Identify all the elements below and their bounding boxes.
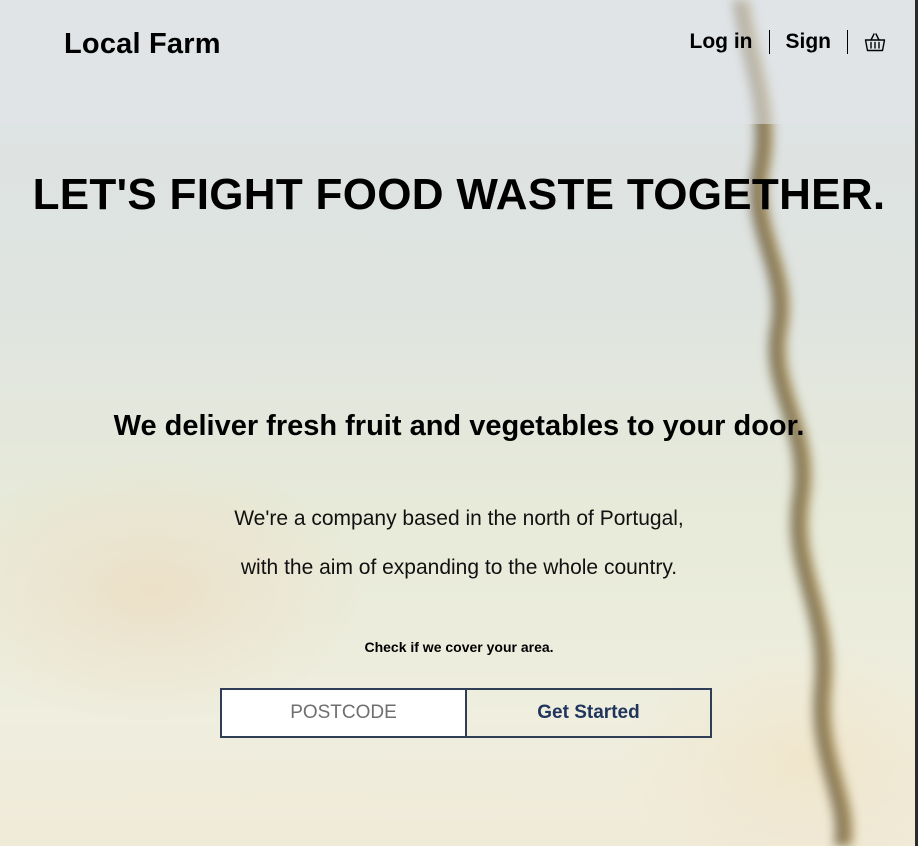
login-link[interactable]: Log in bbox=[690, 30, 753, 54]
nav-divider bbox=[768, 30, 770, 54]
get-started-button[interactable]: Get Started bbox=[467, 690, 710, 736]
postcode-form: Get Started bbox=[220, 688, 712, 738]
coverage-check-label: Check if we cover your area. bbox=[364, 639, 554, 655]
nav-divider bbox=[847, 30, 848, 54]
shopping-basket-icon[interactable] bbox=[864, 31, 886, 53]
hero-description-line-2: with the aim of expanding to the whole c… bbox=[240, 556, 678, 579]
background-glow bbox=[0, 460, 360, 720]
background-glow bbox=[618, 640, 918, 846]
hero-headline: LET'S FIGHT FOOD WASTE TOGETHER. bbox=[32, 170, 886, 219]
sign-link[interactable]: Sign bbox=[786, 30, 832, 54]
site-logo[interactable]: Local Farm bbox=[64, 28, 221, 61]
header-bar bbox=[0, 0, 918, 124]
hero-description-line-1: We're a company based in the north of Po… bbox=[234, 507, 684, 530]
hero-subheadline: We deliver fresh fruit and vegetables to… bbox=[113, 410, 805, 442]
postcode-input[interactable] bbox=[222, 690, 467, 736]
top-nav: Log in Sign bbox=[690, 30, 886, 54]
